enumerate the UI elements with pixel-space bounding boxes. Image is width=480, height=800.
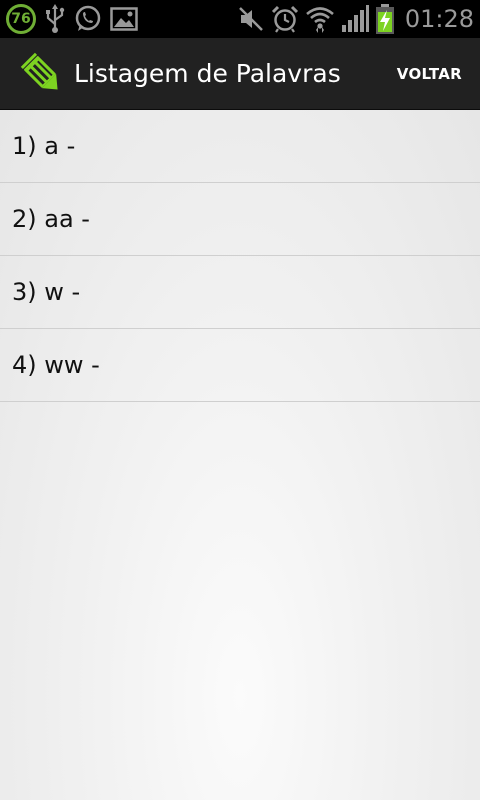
status-bar: 76 01:28 <box>0 0 480 38</box>
list-item[interactable]: 3) w - <box>0 256 480 329</box>
alarm-icon <box>271 0 299 38</box>
wifi-icon <box>305 0 335 38</box>
mute-icon <box>237 0 265 38</box>
back-button[interactable]: VOLTAR <box>397 65 462 83</box>
usb-icon <box>44 0 66 38</box>
whatsapp-icon <box>74 0 102 38</box>
battery-percent-badge: 76 <box>6 4 36 34</box>
list-item[interactable]: 4) ww - <box>0 329 480 402</box>
action-bar: Listagem de Palavras VOLTAR <box>0 38 480 110</box>
clock-time: 01:28 <box>404 5 474 33</box>
gallery-icon <box>110 0 138 38</box>
word-list-container: 1) a - 2) aa - 3) w - 4) ww - <box>0 110 480 800</box>
list-item[interactable]: 1) a - <box>0 110 480 183</box>
word-list: 1) a - 2) aa - 3) w - 4) ww - <box>0 110 480 402</box>
pencil-icon[interactable] <box>20 52 64 96</box>
list-item[interactable]: 2) aa - <box>0 183 480 256</box>
signal-icon <box>341 0 369 38</box>
battery-charging-icon <box>375 0 395 38</box>
page-title: Listagem de Palavras <box>74 59 341 88</box>
